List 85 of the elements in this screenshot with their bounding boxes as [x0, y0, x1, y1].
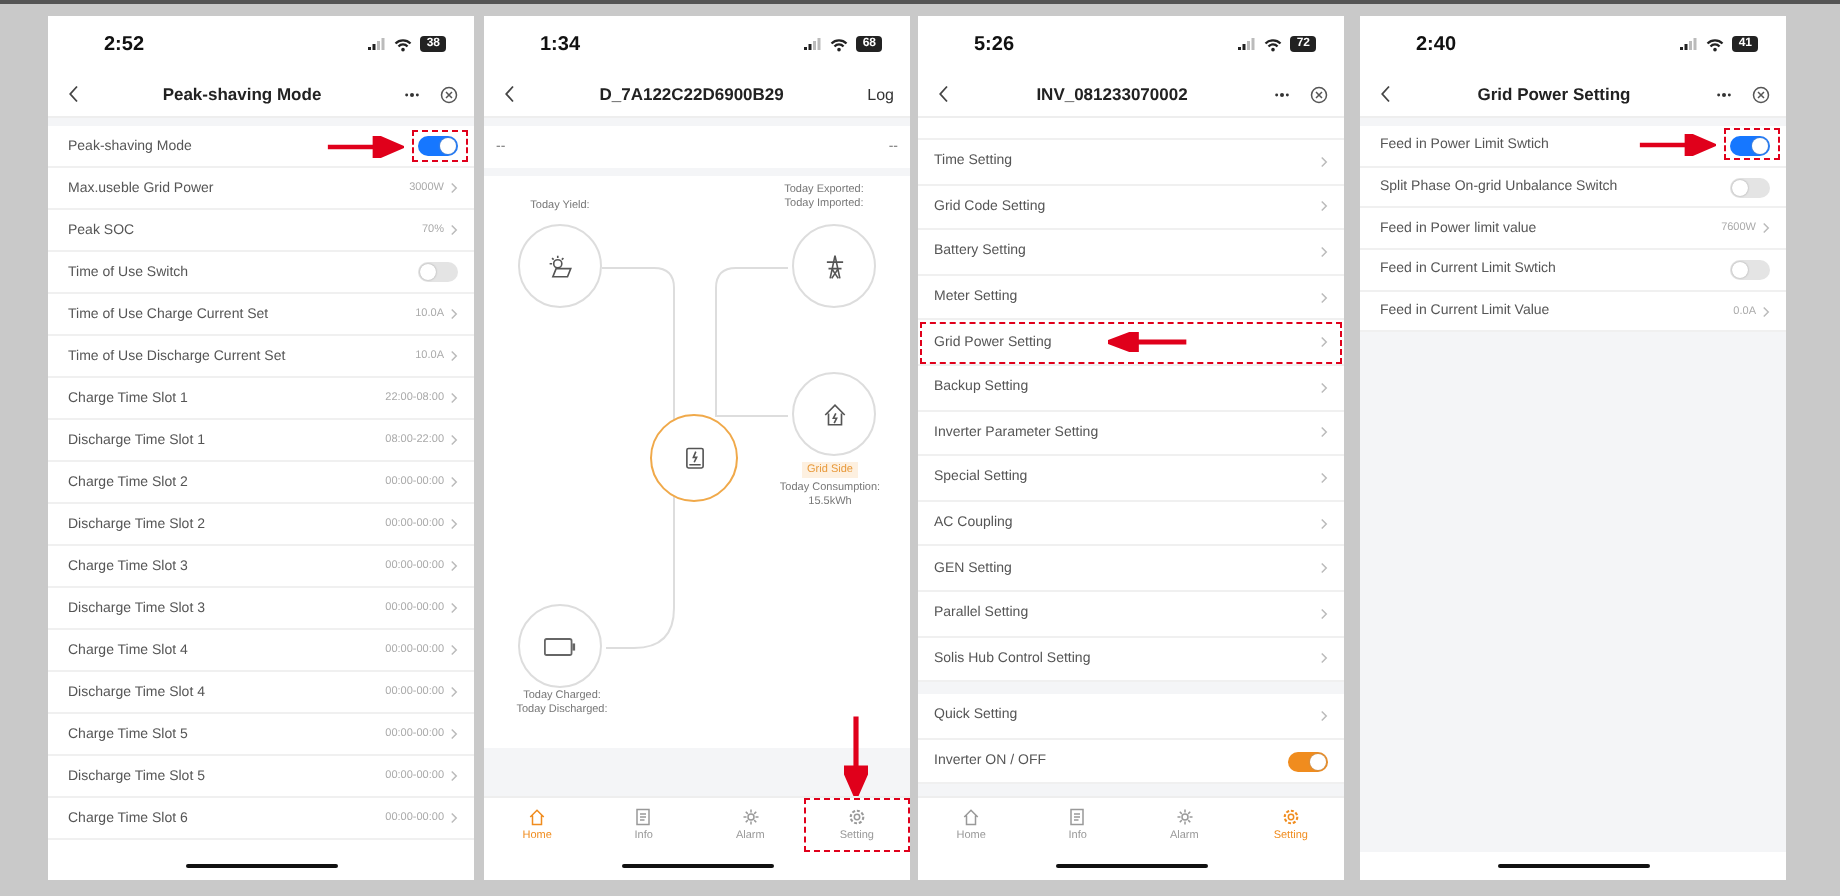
pointer-arrow-icon — [844, 716, 869, 796]
log-link[interactable]: Log — [867, 85, 894, 103]
power-tower-icon — [821, 253, 847, 279]
battery-icon — [544, 637, 576, 655]
chevron-icon — [450, 518, 458, 530]
status-time: 2:52 — [104, 33, 145, 55]
chevron-icon — [1320, 607, 1328, 620]
screen-title: Peak-shaving Mode — [160, 84, 324, 104]
screen-title: D_7A122C22D6900B29 — [597, 84, 786, 104]
chevron-icon — [1320, 562, 1328, 575]
alarm-icon — [741, 808, 760, 826]
chevron-icon — [450, 644, 458, 656]
chevron-icon — [450, 602, 458, 614]
signal-icon — [368, 38, 387, 50]
more-icon[interactable] — [1274, 91, 1290, 97]
status-time: 2:40 — [1416, 33, 1457, 55]
back-icon[interactable] — [1380, 84, 1392, 104]
status-time: 1:34 — [540, 33, 581, 55]
chevron-icon — [1320, 471, 1328, 484]
back-icon[interactable] — [938, 84, 950, 104]
chevron-icon — [450, 182, 458, 194]
pointer-arrow-icon — [1636, 134, 1716, 157]
chevron-icon — [1320, 517, 1328, 530]
close-icon[interactable] — [440, 85, 458, 103]
chevron-icon — [450, 476, 458, 488]
chevron-icon — [1320, 652, 1328, 665]
chevron-icon — [1320, 291, 1328, 304]
chevron-icon — [1320, 709, 1328, 722]
pointer-arrow-icon — [1107, 332, 1188, 353]
wifi-icon — [1706, 37, 1725, 51]
chevron-icon — [450, 308, 458, 320]
grid-node[interactable] — [792, 224, 876, 308]
chevron-icon — [450, 434, 458, 446]
document-icon — [634, 808, 653, 826]
solar-node[interactable] — [518, 224, 602, 308]
chevron-icon — [1320, 245, 1328, 258]
settings-icon — [847, 808, 866, 826]
chevron-icon — [1320, 336, 1328, 349]
settings-icon — [1281, 808, 1300, 826]
toggle-switch[interactable] — [1730, 259, 1770, 280]
chevron-icon — [450, 350, 458, 362]
signal-icon — [1238, 38, 1257, 50]
solar-panel-icon — [547, 253, 573, 279]
toggle-switch[interactable] — [1288, 751, 1328, 772]
chevron-icon — [450, 224, 458, 236]
signal-icon — [1680, 38, 1699, 50]
close-icon[interactable] — [1310, 85, 1328, 103]
close-icon[interactable] — [1752, 85, 1770, 103]
home-icon — [528, 808, 547, 826]
screen-title: INV_081233070002 — [1034, 84, 1190, 104]
chevron-icon — [450, 812, 458, 824]
signal-icon — [804, 38, 823, 50]
home-icon — [962, 808, 981, 826]
back-icon[interactable] — [504, 84, 516, 104]
wifi-icon — [1264, 37, 1283, 51]
status-time: 5:26 — [974, 33, 1015, 55]
wifi-icon — [830, 37, 849, 51]
chevron-icon — [1320, 381, 1328, 394]
toggle-switch[interactable] — [1730, 177, 1770, 198]
battery-node[interactable] — [518, 604, 602, 688]
chevron-icon — [1320, 155, 1328, 168]
toggle-switch[interactable] — [418, 136, 458, 156]
chevron-icon — [450, 686, 458, 698]
document-icon — [1068, 808, 1087, 826]
chevron-icon — [450, 560, 458, 572]
inverter-node[interactable] — [650, 414, 738, 502]
wifi-icon — [394, 37, 413, 51]
chevron-icon — [450, 770, 458, 782]
chevron-icon — [1320, 426, 1328, 439]
chevron-icon — [450, 392, 458, 404]
toggle-switch[interactable] — [1730, 135, 1770, 156]
house-icon — [821, 401, 847, 427]
inverter-icon — [681, 445, 707, 471]
screen-title: Grid Power Setting — [1475, 84, 1633, 104]
chevron-icon — [1762, 305, 1770, 318]
back-icon[interactable] — [68, 84, 80, 104]
chevron-icon — [450, 728, 458, 740]
chevron-icon — [1320, 200, 1328, 213]
toggle-switch[interactable] — [418, 262, 458, 282]
more-icon[interactable] — [404, 91, 420, 97]
load-node[interactable] — [792, 372, 876, 456]
more-icon[interactable] — [1716, 91, 1732, 97]
alarm-icon — [1175, 808, 1194, 826]
chevron-icon — [1762, 222, 1770, 235]
pointer-arrow-icon — [324, 135, 404, 157]
